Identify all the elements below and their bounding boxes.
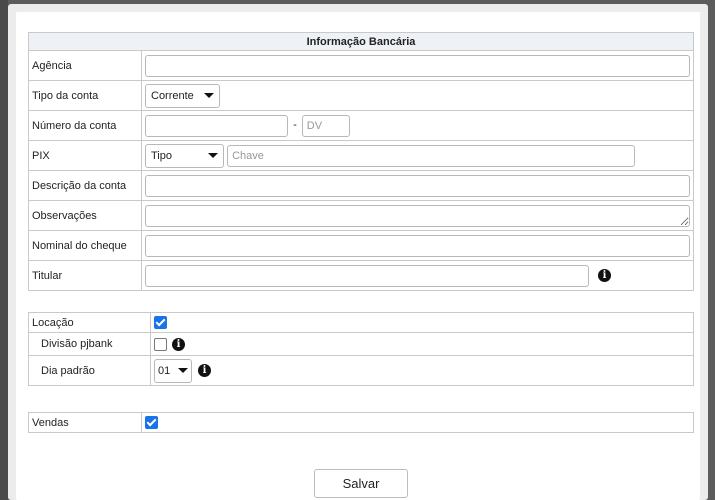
dia-padrao-value: 01: [158, 364, 171, 377]
agencia-label: Agência: [28, 50, 142, 81]
save-button[interactable]: Salvar: [314, 469, 408, 498]
pix-type-value: Tipo: [151, 149, 172, 162]
tipo-conta-label: Tipo da conta: [28, 80, 142, 111]
observacoes-label: Observações: [28, 200, 142, 231]
dia-padrao-select[interactable]: 01: [154, 358, 192, 383]
titular-input[interactable]: [145, 264, 589, 287]
numero-conta-label: Número da conta: [28, 110, 142, 141]
descricao-input[interactable]: [145, 174, 690, 197]
caret-down-icon: [204, 93, 214, 98]
bank-info-header: Informação Bancária: [28, 32, 694, 51]
pix-type-select[interactable]: Tipo: [145, 143, 224, 168]
locacao-label: Locação: [28, 312, 151, 333]
dv-input[interactable]: [301, 114, 350, 137]
background-window: [0, 0, 8, 500]
caret-down-icon: [208, 153, 218, 158]
tipo-conta-value: Corrente: [151, 89, 194, 102]
titular-label: Titular: [28, 260, 142, 291]
modal-dialog: Informação Bancária Agência Tipo da cont…: [8, 4, 708, 500]
agencia-input[interactable]: [145, 54, 690, 77]
nominal-label: Nominal do cheque: [28, 230, 142, 261]
locacao-checkbox[interactable]: [154, 316, 167, 329]
dia-padrao-label: Dia padrão: [28, 355, 151, 386]
divisao-checkbox[interactable]: [154, 337, 167, 351]
info-circle-icon[interactable]: i: [598, 269, 612, 282]
pix-key-input[interactable]: [227, 144, 636, 167]
bank-info-table: Informação Bancária Agência Tipo da cont…: [28, 32, 694, 291]
numero-conta-separator: -: [293, 119, 297, 132]
modal-body: Informação Bancária Agência Tipo da cont…: [16, 12, 700, 500]
info-circle-icon[interactable]: i: [172, 337, 186, 351]
pix-label: PIX: [28, 140, 142, 171]
divisao-label: Divisão pjbank: [28, 332, 151, 356]
numero-conta-input[interactable]: [145, 114, 288, 137]
tipo-conta-select[interactable]: Corrente: [145, 83, 220, 108]
descricao-label: Descrição da conta: [28, 170, 142, 201]
locacao-table: Locação Divisão pjbank i Dia padrão 01 i: [28, 312, 694, 386]
vendas-label: Vendas: [28, 412, 142, 433]
observacoes-textarea[interactable]: [145, 204, 690, 227]
vendas-checkbox[interactable]: [145, 416, 158, 429]
info-circle-icon[interactable]: i: [198, 364, 212, 377]
nominal-input[interactable]: [145, 234, 690, 257]
vendas-table: Vendas: [28, 412, 694, 433]
caret-down-icon: [178, 368, 188, 373]
